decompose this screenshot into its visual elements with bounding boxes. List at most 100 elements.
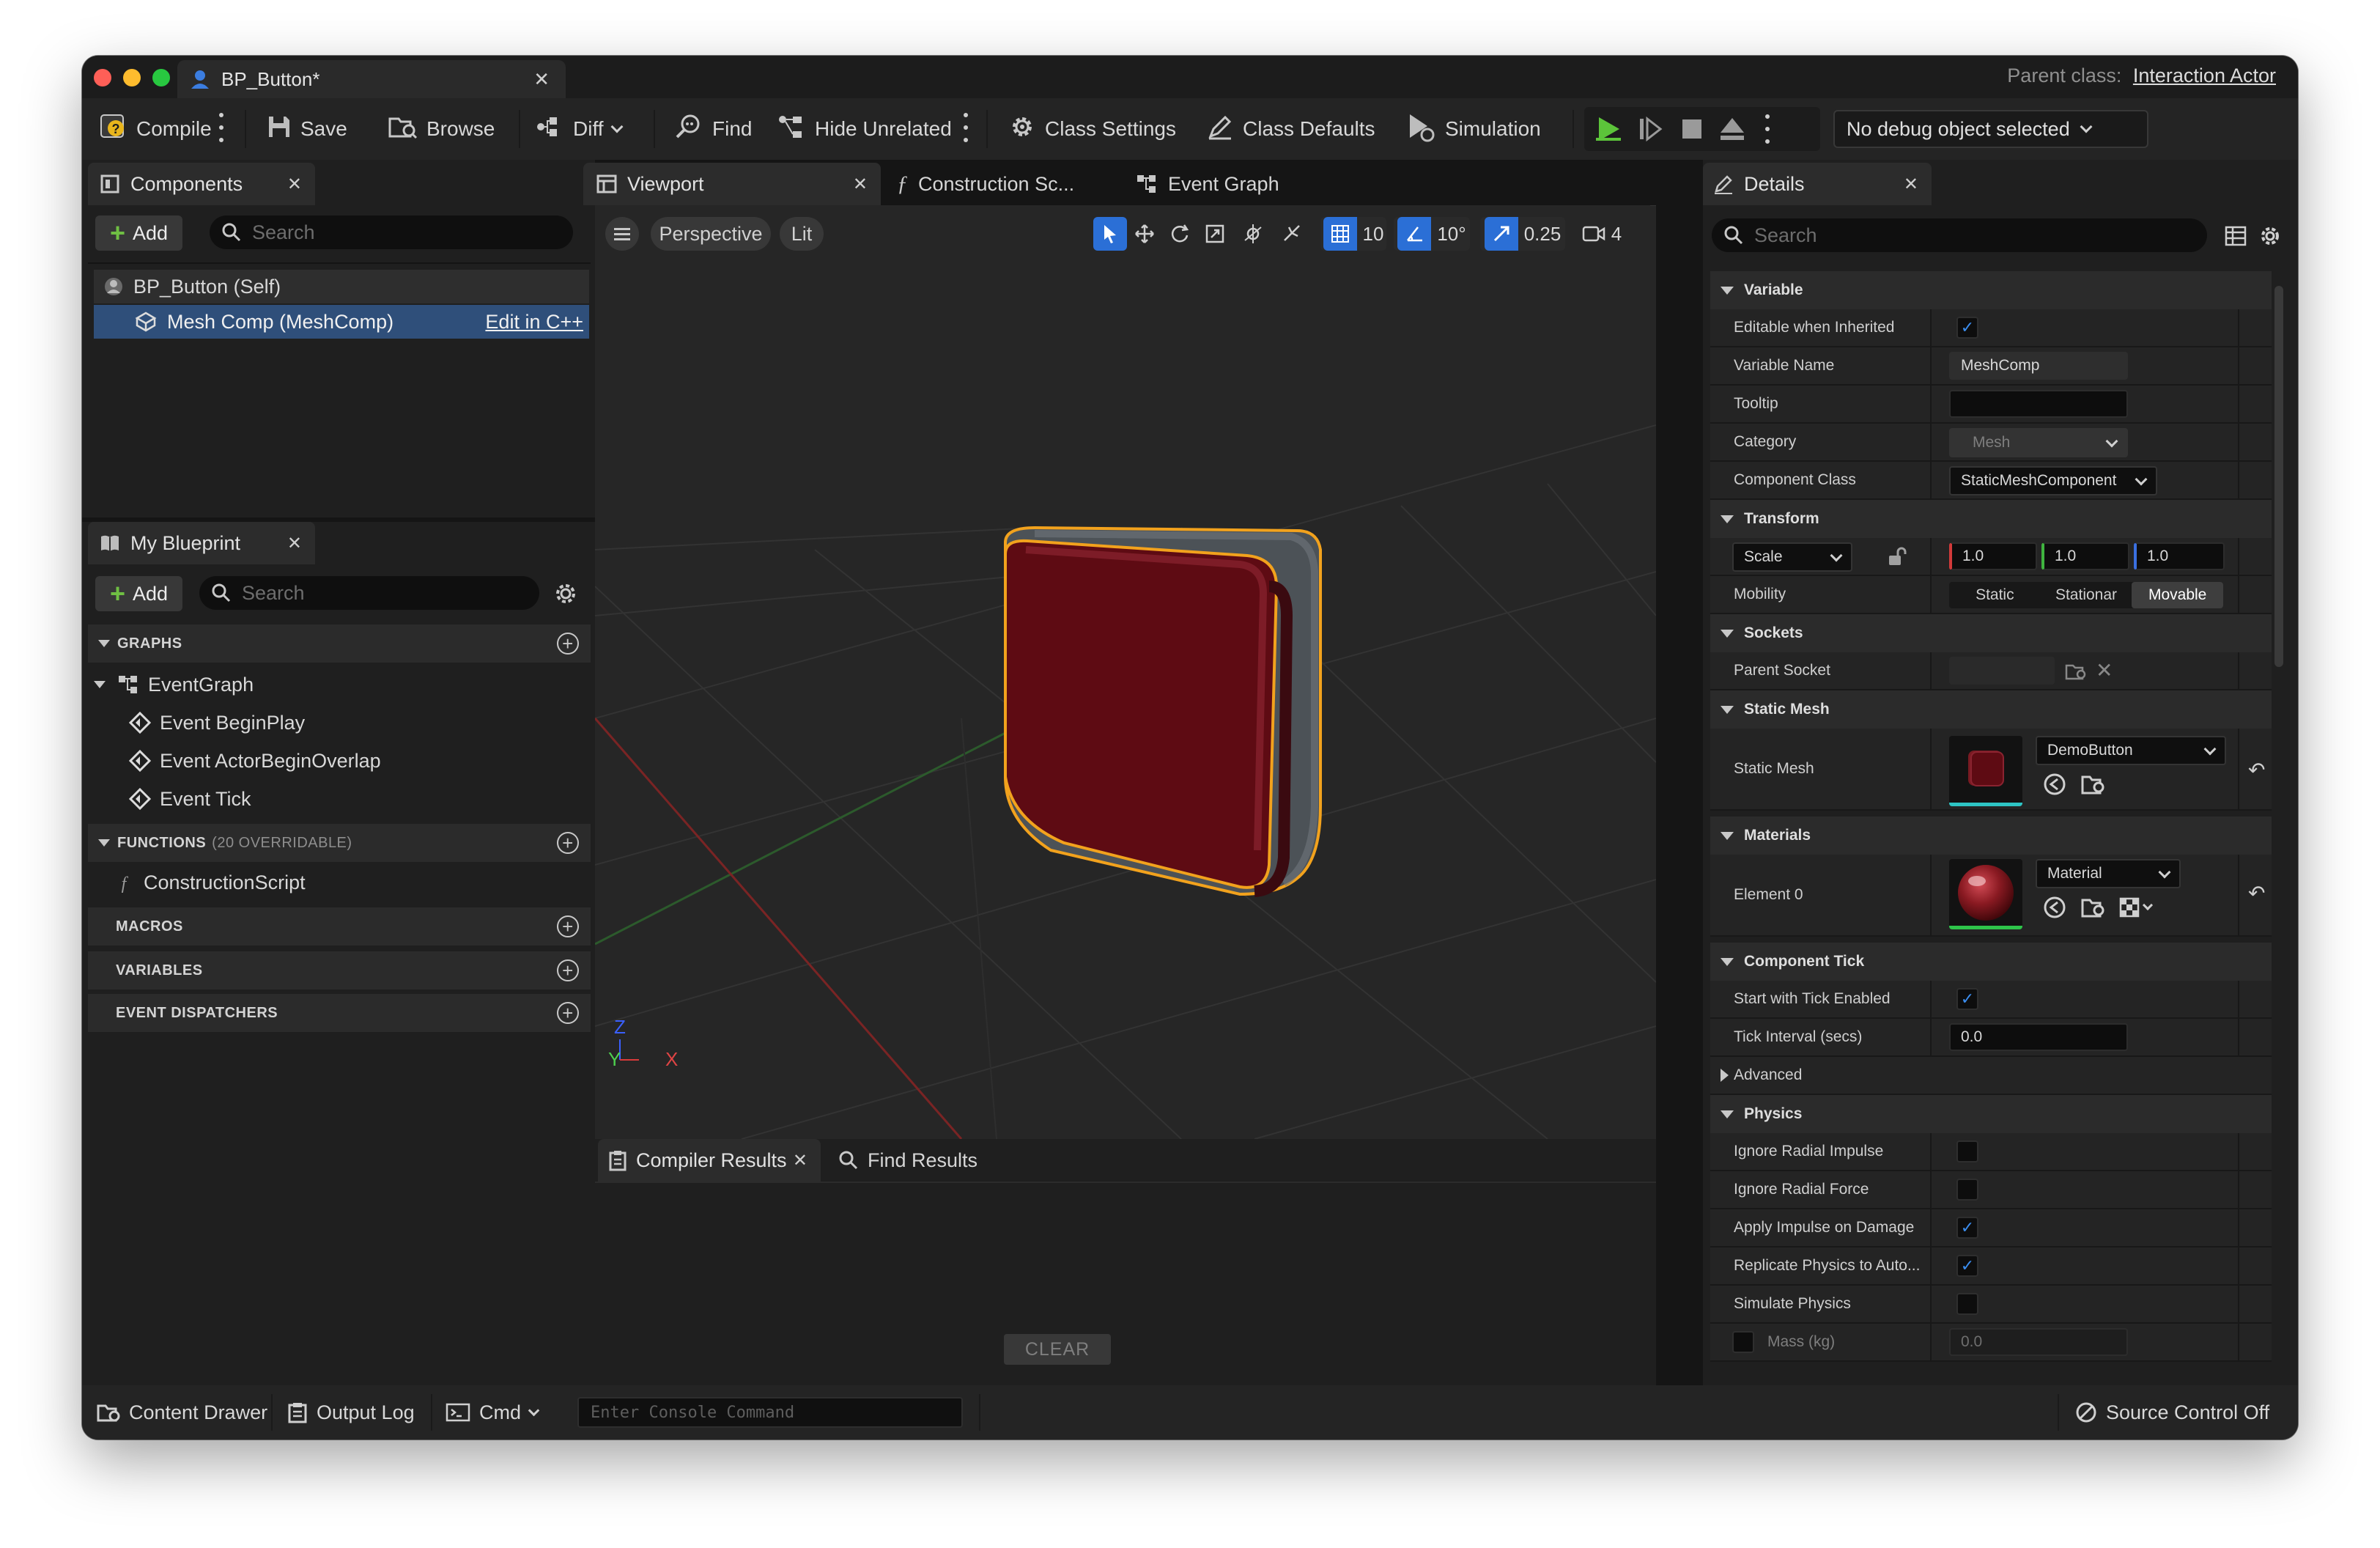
close-icon[interactable]: ✕ — [793, 1150, 808, 1171]
tab-details[interactable]: Details ✕ — [1703, 163, 1932, 205]
mass-override-checkbox[interactable] — [1732, 1331, 1754, 1353]
hide-unrelated-button[interactable]: Hide Unrelated — [777, 108, 952, 150]
transform-section[interactable]: Transform — [1710, 500, 2272, 538]
step-icon[interactable] — [1637, 116, 1663, 146]
diff-button[interactable]: Diff — [535, 108, 623, 150]
add-component-button[interactable]: + Add — [95, 215, 183, 251]
advanced-row[interactable]: Advanced — [1710, 1057, 2272, 1095]
viewport-menu-button[interactable] — [605, 217, 639, 251]
class-defaults-button[interactable]: Class Defaults — [1206, 108, 1375, 150]
event-dispatchers-section[interactable]: EVENT DISPATCHERS + — [88, 994, 591, 1032]
replicate-physics-checkbox[interactable]: ✓ — [1956, 1255, 1978, 1277]
editable-checkbox[interactable]: ✓ — [1956, 317, 1978, 339]
close-icon[interactable]: ✕ — [1904, 174, 1918, 195]
static-mesh-thumbnail[interactable] — [1949, 736, 2022, 806]
scale-y-field[interactable]: 1.0 — [2041, 542, 2129, 570]
play-options-icon[interactable] — [1764, 114, 1770, 144]
tab-compiler-results[interactable]: Compiler Results ✕ — [598, 1139, 821, 1182]
scale-x-field[interactable]: 1.0 — [1949, 542, 2037, 570]
add-function-icon[interactable]: + — [557, 832, 579, 854]
functions-section[interactable]: FUNCTIONS (20 OVERRIDABLE) + — [88, 824, 591, 862]
close-tab-icon[interactable]: ✕ — [533, 68, 550, 91]
lit-button[interactable]: Lit — [780, 217, 824, 251]
event-beginplay-item[interactable]: Event BeginPlay — [129, 705, 305, 740]
reset-to-default-icon[interactable]: ↶ — [2248, 758, 2265, 782]
compile-button[interactable]: ? Compile — [98, 108, 212, 150]
event-actorbeginoverlap-item[interactable]: Event ActorBeginOverlap — [129, 743, 381, 778]
browse-asset-icon[interactable] — [2081, 896, 2106, 919]
tab-construction-script[interactable]: ƒ Construction Sc... — [887, 163, 1121, 205]
reset-to-default-icon[interactable]: ↶ — [2248, 881, 2265, 905]
clear-socket-icon[interactable]: ✕ — [2096, 658, 2113, 682]
construction-script-item[interactable]: f ConstructionScript — [113, 865, 306, 900]
component-class-dropdown[interactable]: StaticMeshComponent — [1949, 466, 2157, 495]
scale-z-field[interactable]: 1.0 — [2134, 542, 2225, 570]
variables-section[interactable]: VARIABLES + — [88, 951, 591, 989]
add-variable-icon[interactable]: + — [557, 959, 579, 981]
my-blueprint-search-input[interactable]: Search — [199, 576, 539, 610]
category-dropdown[interactable]: Mesh — [1949, 428, 2128, 457]
cmd-dropdown[interactable]: Cmd — [446, 1396, 540, 1429]
graphs-section[interactable]: GRAPHS + — [88, 624, 591, 663]
tab-components[interactable]: Components ✕ — [88, 163, 315, 205]
tooltip-field[interactable] — [1949, 390, 2128, 418]
rotation-snap-toggle[interactable]: 10° — [1394, 217, 1470, 251]
use-selected-icon[interactable] — [2043, 896, 2066, 919]
browse-asset-icon[interactable] — [2081, 773, 2106, 796]
class-settings-button[interactable]: Class Settings — [1008, 108, 1176, 150]
document-tab[interactable]: BP_Button* ✕ — [177, 60, 566, 98]
tick-interval-field[interactable]: 0.0 — [1949, 1023, 2128, 1051]
output-log-button[interactable]: Output Log — [287, 1396, 415, 1429]
coordinate-system-icon[interactable] — [1238, 217, 1268, 251]
details-scrollbar[interactable] — [2274, 286, 2283, 667]
tab-my-blueprint[interactable]: My Blueprint ✕ — [88, 522, 315, 564]
physics-section[interactable]: Physics — [1710, 1095, 2272, 1133]
components-search-input[interactable]: Search — [210, 215, 573, 249]
eject-icon[interactable] — [1719, 117, 1745, 145]
rotate-icon[interactable] — [1165, 217, 1194, 251]
lock-icon[interactable] — [1886, 547, 1907, 567]
close-icon[interactable]: ✕ — [853, 174, 868, 195]
mobility-static[interactable]: Static — [1949, 582, 2041, 608]
variable-section[interactable]: Variable — [1710, 271, 2272, 309]
ignore-radial-impulse-checkbox[interactable] — [1956, 1140, 1978, 1162]
apply-impulse-checkbox[interactable]: ✓ — [1956, 1217, 1978, 1239]
perspective-button[interactable]: Perspective — [651, 217, 771, 251]
close-icon[interactable]: ✕ — [287, 533, 302, 554]
material-thumbnail[interactable] — [1949, 859, 2022, 929]
edit-in-cpp-link[interactable]: Edit in C++ — [485, 311, 583, 333]
hide-unrelated-options-icon[interactable] — [963, 113, 969, 142]
find-button[interactable]: Find — [674, 108, 752, 150]
event-tick-item[interactable]: Event Tick — [129, 781, 251, 817]
component-row-meshcomp[interactable]: Mesh Comp (MeshComp) Edit in C++ — [94, 305, 589, 339]
scale-snap-toggle[interactable]: 0.25 — [1480, 217, 1565, 251]
component-tick-section[interactable]: Component Tick — [1710, 943, 2272, 981]
scale-mode-dropdown[interactable]: Scale — [1732, 542, 1852, 572]
compile-options-icon[interactable] — [218, 113, 224, 142]
zoom-window-button[interactable] — [152, 69, 170, 86]
mobility-movable[interactable]: Movable — [2132, 582, 2224, 608]
close-window-button[interactable] — [94, 69, 111, 86]
checker-options-icon[interactable] — [2119, 897, 2154, 918]
component-row-self[interactable]: BP_Button (Self) — [94, 270, 589, 303]
start-tick-checkbox[interactable]: ✓ — [1956, 988, 1978, 1010]
material-dropdown[interactable]: Material — [2036, 859, 2181, 888]
grid-snap-toggle[interactable]: 10 — [1320, 217, 1386, 251]
settings-gear-icon[interactable] — [552, 580, 579, 607]
materials-section[interactable]: Materials — [1710, 817, 2272, 855]
surface-snap-icon[interactable] — [1278, 217, 1307, 251]
simulate-physics-checkbox[interactable] — [1956, 1293, 1978, 1315]
select-mode-icon[interactable] — [1093, 217, 1127, 251]
tab-event-graph[interactable]: Event Graph — [1123, 163, 1342, 205]
mobility-stationary[interactable]: Stationar — [2041, 582, 2132, 608]
add-member-button[interactable]: + Add — [95, 576, 183, 611]
save-button[interactable]: Save — [267, 108, 347, 150]
use-selected-icon[interactable] — [2043, 773, 2066, 796]
macros-section[interactable]: MACROS + — [88, 907, 591, 946]
minimize-window-button[interactable] — [123, 69, 141, 86]
browse-socket-icon[interactable] — [2065, 661, 2088, 682]
tab-find-results[interactable]: Find Results — [828, 1139, 989, 1182]
browse-button[interactable]: Browse — [388, 108, 495, 150]
tab-viewport[interactable]: Viewport ✕ — [583, 163, 881, 205]
static-mesh-section[interactable]: Static Mesh — [1710, 690, 2272, 729]
